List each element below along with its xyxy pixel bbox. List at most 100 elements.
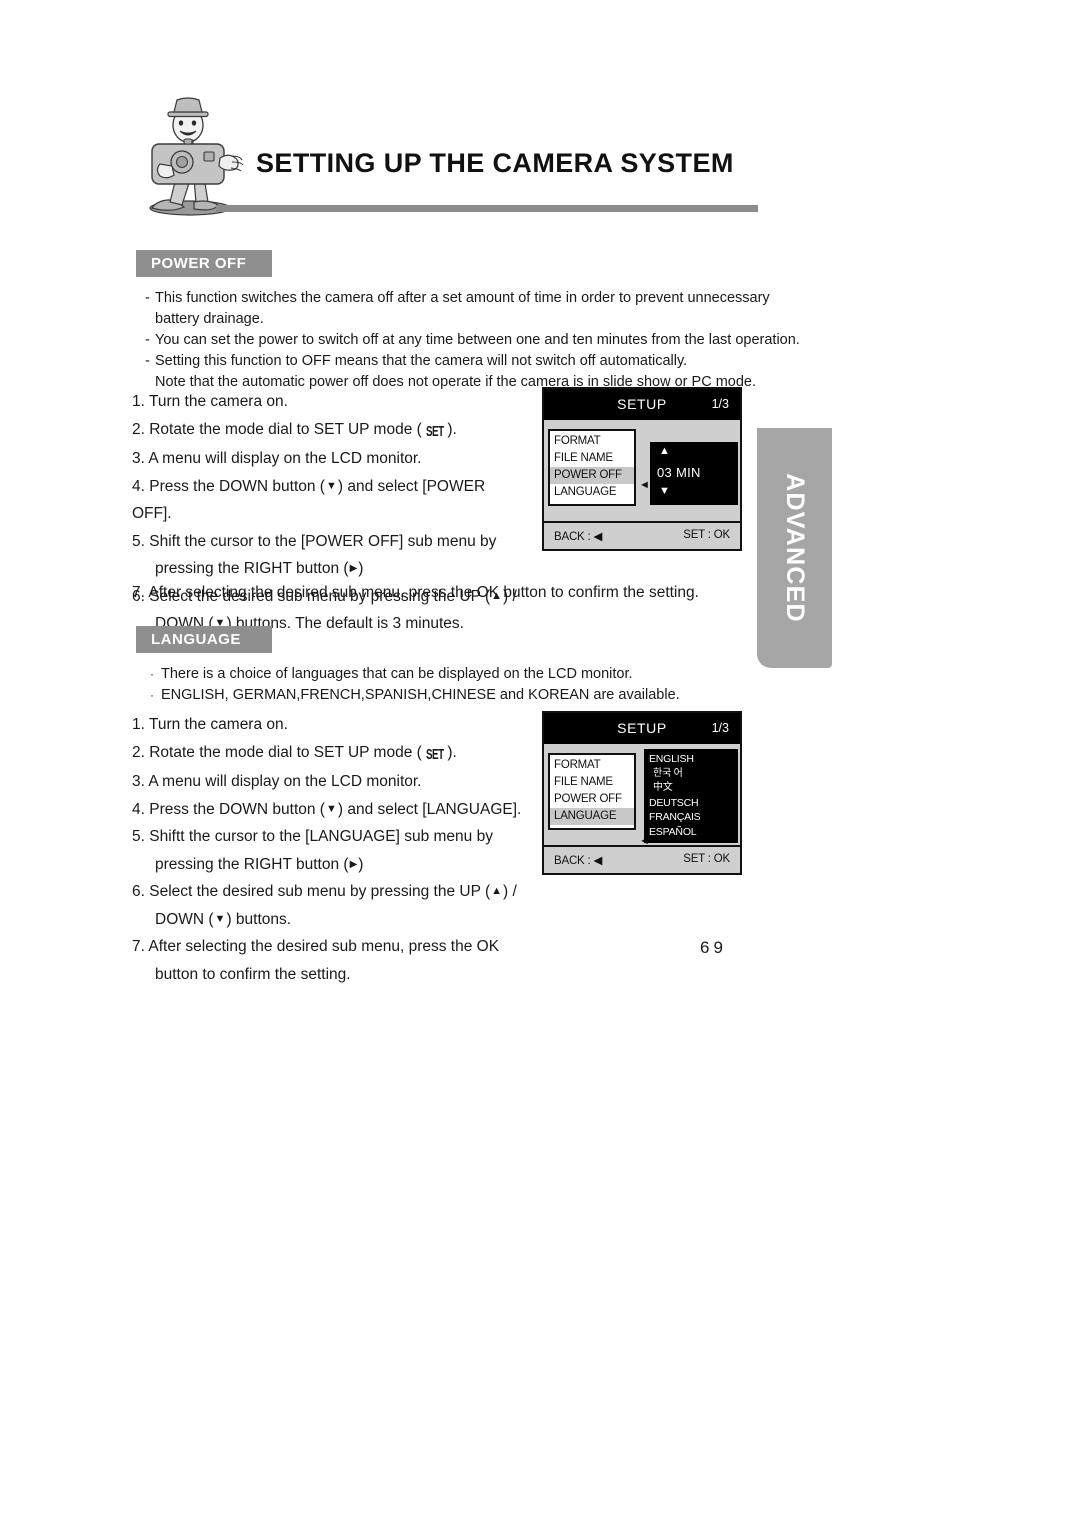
language-option-espanol[interactable]: ESPAÑOL — [649, 825, 738, 840]
step-text: ) buttons. — [226, 910, 292, 928]
lcd-menu-list: FORMAT FILE NAME POWER OFF LANGUAGE — [548, 429, 636, 506]
step-item: 2. Rotate the mode dial to SET UP mode (… — [132, 416, 552, 446]
description-text: There is a choice of languages that can … — [161, 666, 633, 682]
step-item-continuation: DOWN () buttons. — [132, 906, 552, 934]
language-option-korean[interactable]: 한국 어 — [649, 767, 738, 782]
lcd-set-label: SET : OK — [683, 853, 730, 865]
step-text: 2. Rotate the mode dial to SET UP mode ( — [132, 743, 422, 761]
step-text: 5. Shiftt the cursor to the [LANGUAGE] s… — [132, 828, 493, 845]
camera-mascot-illustration — [128, 92, 256, 220]
step-text: button to confirm the setting. — [155, 965, 351, 983]
step-text: 2. Rotate the mode dial to SET UP mode ( — [132, 420, 422, 438]
description-line: · There is a choice of languages that can… — [150, 664, 750, 685]
lcd-menu-item-power-off[interactable]: POWER OFF — [550, 467, 634, 484]
lcd-body: FORMAT FILE NAME POWER OFF LANGUAGE ◄ ▲ … — [544, 420, 740, 521]
description-line: battery drainage. — [145, 309, 745, 330]
description-text: You can set the power to switch off at a… — [155, 332, 800, 348]
description-text: battery drainage. — [155, 311, 264, 327]
lcd-title-bar: SETUP 1/3 — [544, 713, 740, 744]
step-item: 5. Shiftt the cursor to the [LANGUAGE] s… — [132, 823, 552, 851]
right-arrow-icon — [349, 859, 359, 870]
lcd-menu-list: FORMAT FILE NAME POWER OFF LANGUAGE — [548, 753, 636, 830]
dash-marker: - — [145, 353, 150, 369]
lcd-title: SETUP — [617, 396, 667, 412]
step-text: ) — [358, 855, 364, 873]
step-item: 2. Rotate the mode dial to SET UP mode (… — [132, 739, 552, 769]
lcd-menu-item-format[interactable]: FORMAT — [550, 433, 634, 450]
step-item: 5. Shift the cursor to the [POWER OFF] s… — [132, 528, 552, 556]
lcd-menu-item-file-name[interactable]: FILE NAME — [550, 450, 634, 467]
lcd-back-label: BACK : ◀ — [554, 855, 603, 867]
lcd-menu-item-language[interactable]: LANGUAGE — [550, 808, 634, 825]
lcd-menu-item-file-name[interactable]: FILE NAME — [550, 774, 634, 791]
right-arrow-icon — [349, 563, 359, 574]
step-item: 4. Press the DOWN button ( ) and select [… — [132, 473, 552, 501]
step-item: 4. Press the DOWN button ( ) and select [… — [132, 796, 552, 824]
step-text: 5. Shift the cursor to the [POWER OFF] s… — [132, 532, 497, 550]
language-description: · There is a choice of languages that can… — [150, 664, 750, 706]
down-arrow-icon — [325, 804, 338, 815]
step-text: ). — [447, 743, 457, 761]
lcd-set-label: SET : OK — [683, 529, 730, 541]
lcd-page-indicator: 1/3 — [711, 721, 729, 735]
page-header: SETTING UP THE CAMERA SYSTEM — [128, 92, 758, 220]
step-text: 1. Turn the camera on. — [132, 716, 288, 733]
up-arrow-icon — [490, 886, 503, 897]
language-option-english[interactable]: ENGLISH — [649, 752, 738, 767]
lcd-screen-language: SETUP 1/3 FORMAT FILE NAME POWER OFF LAN… — [542, 711, 742, 875]
step-text: ) and select [LANGUAGE]. — [337, 800, 522, 818]
up-triangle-icon[interactable]: ▲ — [659, 446, 670, 457]
language-option-chinese[interactable]: 中文 — [649, 781, 738, 796]
advanced-side-tab-label: ADVANCED — [781, 473, 809, 623]
step-text: 7. After selecting the desired sub menu,… — [132, 938, 500, 955]
lcd-screen-power-off: SETUP 1/3 FORMAT FILE NAME POWER OFF LAN… — [542, 387, 742, 551]
description-text: This function switches the camera off af… — [155, 290, 770, 306]
step-text: ) / — [503, 883, 517, 900]
lcd-back-label: BACK : ◀ — [554, 531, 603, 543]
lcd-submenu-power-off: ▲ 03 MIN ▼ — [650, 442, 738, 505]
step-text: OFF]. — [132, 505, 172, 522]
bullet-marker: · — [150, 688, 154, 702]
lcd-body: FORMAT FILE NAME POWER OFF LANGUAGE ◄ EN… — [544, 744, 740, 847]
step-item-continuation: button to confirm the setting. — [132, 961, 552, 989]
step-text: ) and select [POWER — [337, 477, 486, 495]
language-option-francais[interactable]: FRANÇAIS — [649, 810, 738, 825]
lcd-title-bar: SETUP 1/3 — [544, 389, 740, 420]
description-line: - This function switches the camera off a… — [145, 288, 770, 309]
step-text: pressing the RIGHT button ( — [155, 560, 349, 577]
step-item: 7. After selecting the desired sub menu,… — [132, 579, 699, 607]
dash-marker: - — [145, 332, 150, 348]
step-text: 3. A menu will display on the LCD monito… — [132, 773, 422, 790]
down-arrow-icon — [214, 914, 227, 925]
step-text: 7. After selecting the desired sub menu,… — [132, 584, 699, 601]
lcd-menu-item-power-off[interactable]: POWER OFF — [550, 791, 634, 808]
description-line: - Setting this function to OFF means that… — [145, 351, 745, 372]
description-line: - You can set the power to switch off at … — [145, 330, 800, 351]
step-item: 7. After selecting the desired sub menu,… — [132, 933, 552, 961]
down-triangle-icon[interactable]: ▼ — [659, 486, 670, 497]
lcd-page-indicator: 1/3 — [711, 397, 729, 411]
step-item: 1. Turn the camera on. — [132, 388, 552, 416]
page-title: SETTING UP THE CAMERA SYSTEM — [256, 148, 734, 178]
step-text: ). — [447, 420, 457, 438]
step-text: 4. Press the DOWN button ( — [132, 800, 325, 818]
section-badge-power-off: POWER OFF — [136, 250, 272, 277]
description-text: Setting this function to OFF means that … — [155, 353, 688, 369]
step-text: 3. A menu will display on the LCD monito… — [132, 450, 422, 467]
language-option-deutsch[interactable]: DEUTSCH — [649, 796, 738, 811]
step-item: 3. A menu will display on the LCD monito… — [132, 768, 552, 796]
lcd-menu-item-language[interactable]: LANGUAGE — [550, 484, 634, 501]
advanced-side-tab[interactable]: ADVANCED — [757, 428, 832, 668]
power-off-description: - This function switches the camera off a… — [145, 288, 800, 393]
lcd-menu-item-format[interactable]: FORMAT — [550, 757, 634, 774]
header-divider-rule — [216, 205, 758, 212]
step-text: pressing the RIGHT button ( — [155, 855, 349, 873]
step-text: ) — [358, 560, 364, 577]
step-item: 3. A menu will display on the LCD monito… — [132, 445, 552, 473]
step-text: 4. Press the DOWN button ( — [132, 477, 325, 495]
step-item: 1. Turn the camera on. — [132, 711, 552, 739]
power-off-value: 03 MIN — [657, 465, 701, 480]
description-line: · ENGLISH, GERMAN,FRENCH,SPANISH,CHINESE … — [150, 685, 750, 706]
language-steps: 1. Turn the camera on. 2. Rotate the mod… — [132, 711, 552, 988]
bullet-marker: · — [150, 667, 154, 681]
